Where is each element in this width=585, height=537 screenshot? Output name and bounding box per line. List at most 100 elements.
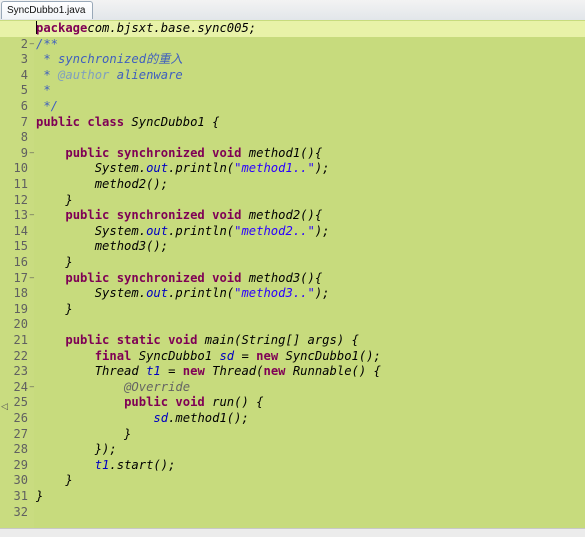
code-token: *	[36, 67, 59, 82]
code-token: =	[234, 348, 257, 363]
code-token: "method1.."	[234, 161, 315, 176]
line-number: 26	[13, 411, 28, 425]
code-line: public synchronized void method3(){	[36, 271, 322, 287]
code-token: t1	[94, 457, 110, 472]
code-token: main(String[] args) {	[197, 333, 359, 347]
line-number: 10	[13, 161, 28, 176]
code-line: method3();	[36, 239, 168, 255]
line-number: 25	[13, 395, 28, 410]
code-token: public synchronized void	[65, 208, 242, 223]
code-token: public static void	[65, 333, 198, 347]
code-token: /**	[36, 36, 59, 51]
code-token: .println(	[168, 161, 235, 176]
code-token: public class	[36, 114, 125, 129]
code-token: com.bjsxt.base.sync005;	[87, 21, 257, 35]
code-line: method2();	[36, 177, 168, 193]
code-token: "method3.."	[234, 286, 315, 301]
code-line: *	[36, 83, 51, 99]
code-token: );	[314, 223, 330, 238]
code-line: sd.method1();	[36, 411, 249, 427]
code-token: new	[263, 364, 286, 379]
code-editor[interactable]: ◁ 12−3456789−10111213−14151617−181920212…	[0, 20, 585, 528]
code-token: method1(){	[241, 145, 323, 160]
code-line: }	[36, 489, 43, 505]
code-token: System.	[36, 161, 147, 176]
code-token: SyncDubbo1 {	[124, 114, 220, 129]
code-area[interactable]: packagecom.bjsxt.base.sync005;/** * sync…	[0, 20, 585, 528]
line-number: 5	[20, 83, 28, 98]
code-line: System.out.println("method3..");	[36, 286, 330, 302]
line-number: 12	[13, 192, 28, 207]
editor-tab-bar: SyncDubbo1.java	[0, 0, 585, 21]
line-number: 6	[20, 99, 28, 113]
code-token: });	[36, 442, 117, 457]
code-token: new	[256, 348, 279, 363]
line-number: 16	[13, 255, 28, 269]
code-token: .method1();	[168, 411, 249, 425]
code-token: Thread	[36, 364, 147, 379]
line-number: 11	[13, 177, 28, 191]
code-line: public class SyncDubbo1 {	[36, 115, 219, 131]
line-number: 3	[20, 52, 28, 67]
code-line: Thread t1 = new Thread(new Runnable() {	[36, 364, 381, 380]
code-line: public synchronized void method1(){	[36, 146, 322, 162]
code-token: *	[36, 83, 51, 98]
line-number: 20	[13, 317, 28, 332]
tab-syncdubbo1-java[interactable]: SyncDubbo1.java	[1, 1, 93, 19]
code-token: package	[36, 21, 88, 35]
code-line: }	[36, 255, 73, 271]
line-number: 13	[13, 208, 28, 223]
code-token: public synchronized void	[65, 145, 242, 160]
code-token: t1	[146, 364, 161, 379]
code-token: method2(){	[241, 208, 323, 223]
code-token: new	[182, 364, 205, 379]
code-token: method2();	[36, 177, 169, 191]
code-token: out	[146, 223, 169, 238]
line-number: 32	[13, 504, 28, 519]
code-line: System.out.println("method2..");	[36, 224, 330, 240]
code-token: System.	[36, 286, 147, 301]
line-number: 21	[13, 333, 28, 347]
code-line: packagecom.bjsxt.base.sync005;	[36, 21, 256, 37]
code-line: t1.start();	[36, 457, 176, 474]
line-number: 15	[13, 239, 28, 254]
line-number: 14	[13, 223, 28, 238]
code-token: final	[94, 348, 132, 363]
code-token: "method2.."	[234, 223, 315, 238]
code-token: =	[160, 364, 183, 379]
line-number: 2	[20, 36, 28, 51]
code-line: public static void main(String[] args) {	[36, 333, 359, 349]
code-line: */	[36, 99, 58, 115]
code-token: System.	[36, 223, 147, 238]
code-line: /**	[36, 37, 58, 53]
code-token: Runnable() {	[285, 364, 381, 379]
code-line: * @author alienware	[36, 67, 182, 84]
line-number: 28	[13, 442, 28, 457]
line-number: 27	[13, 426, 28, 441]
code-token: }	[36, 255, 73, 269]
code-token: out	[146, 286, 169, 301]
code-token: SyncDubbo1	[131, 348, 220, 363]
code-line: @Override	[36, 380, 190, 396]
code-token: .println(	[168, 223, 235, 238]
code-line: }	[36, 302, 72, 318]
line-number: 30	[13, 473, 28, 488]
code-token: }	[36, 192, 73, 207]
code-token: * synchronized的重入	[36, 52, 183, 67]
code-token: public synchronized void	[65, 270, 242, 285]
code-token: Thread(	[204, 364, 264, 379]
line-number: 24	[13, 379, 28, 394]
code-token: }	[36, 426, 132, 441]
code-line: * synchronized的重入	[36, 52, 183, 68]
code-token: sd	[153, 411, 169, 425]
code-token: }	[36, 489, 44, 503]
code-token: method3();	[36, 239, 169, 254]
code-line: public synchronized void method2(){	[36, 208, 322, 224]
line-number: 18	[13, 286, 28, 301]
